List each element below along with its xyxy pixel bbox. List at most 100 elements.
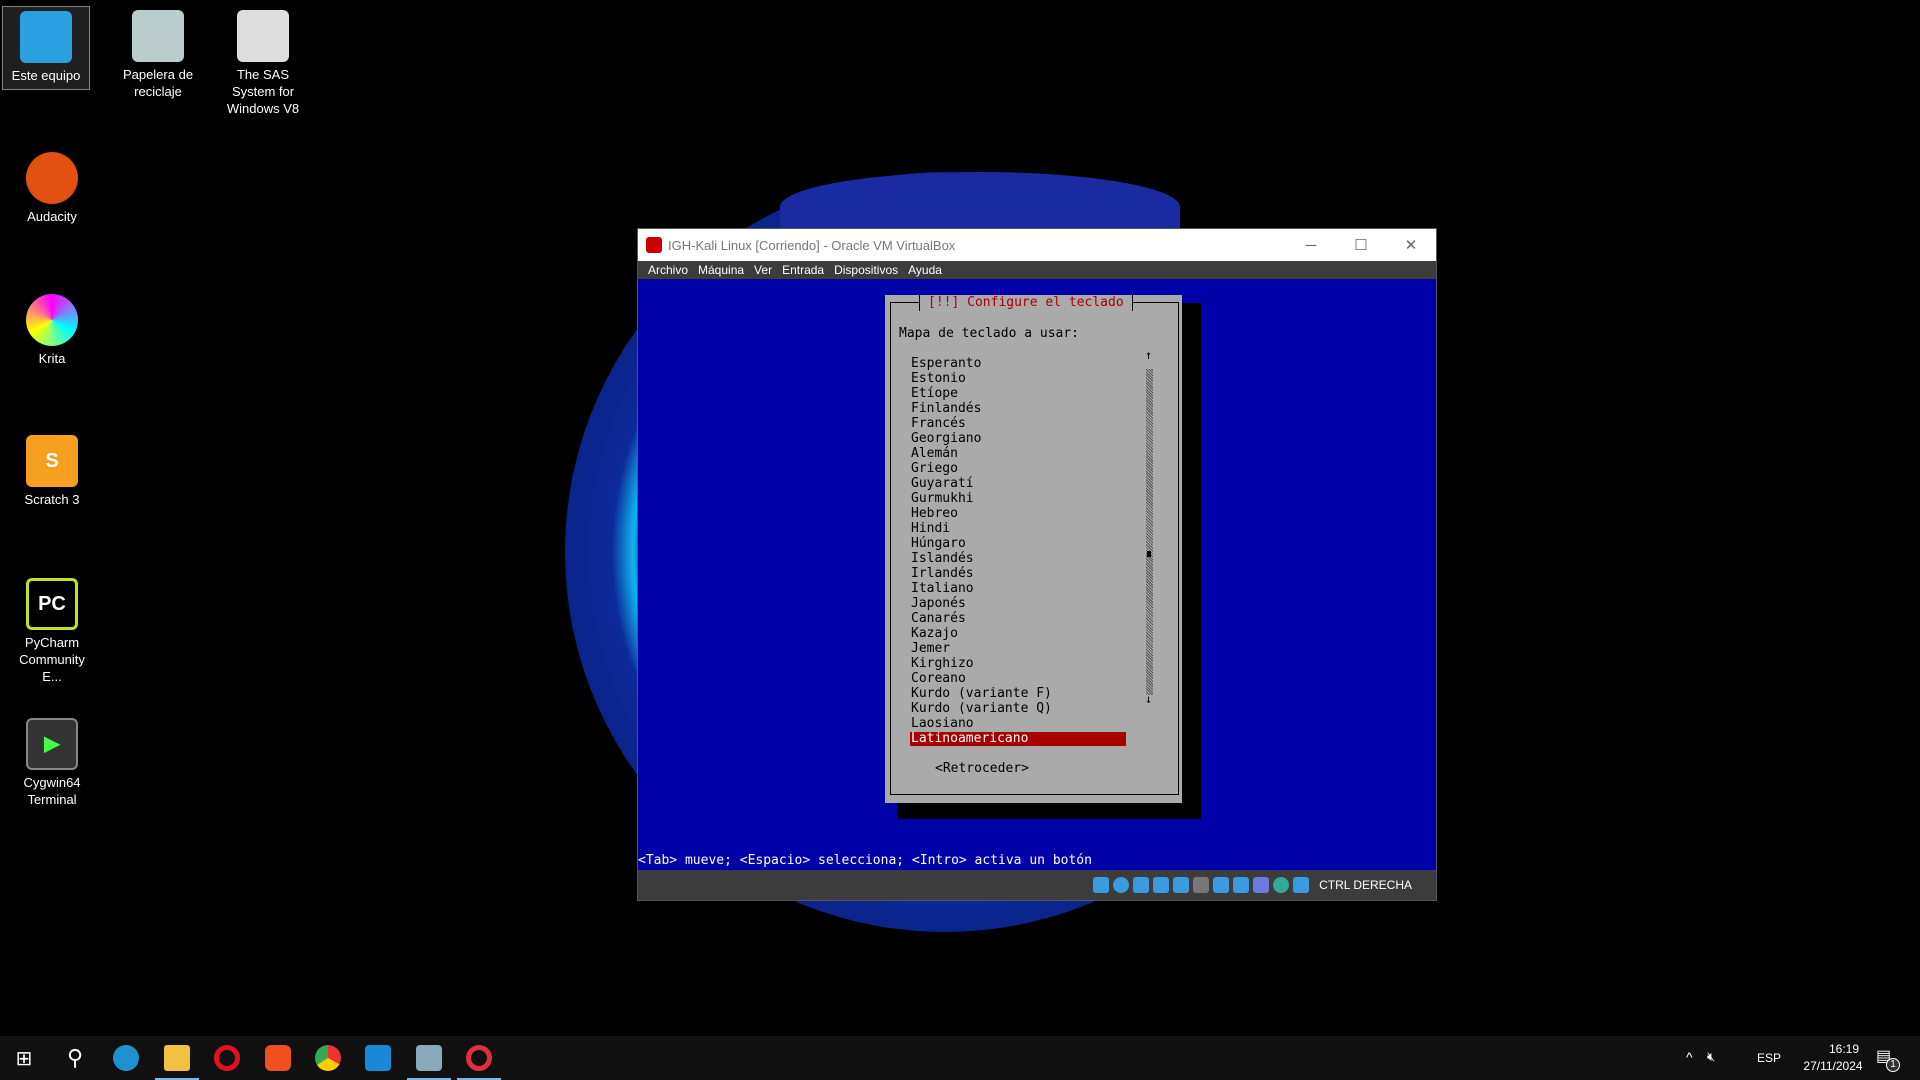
brave-icon [265,1045,291,1071]
keymap-option[interactable]: Irlandés [910,567,1126,581]
host-key-label: CTRL DERECHA [1319,878,1412,892]
keymap-option[interactable]: Esperanto [910,357,1126,371]
keymap-option[interactable]: Alemán [910,447,1126,461]
network-icon[interactable] [1153,877,1170,893]
taskbar-vscode[interactable] [354,1036,402,1080]
sas-icon [237,10,289,62]
keymap-option[interactable]: Kurdo (variante Q) [910,702,1126,716]
keymap-option[interactable]: Latinoamericano [910,732,1126,746]
search-icon: ⚲ [66,1045,84,1070]
keymap-option[interactable]: Francés [910,417,1126,431]
scroll-up-arrow-icon[interactable]: ↑ [1145,349,1152,361]
start-button[interactable]: ⊞ [0,1036,48,1080]
keymap-option[interactable]: Coreano [910,672,1126,686]
scrollbar-thumb[interactable] [1147,551,1151,557]
taskbar-chrome[interactable] [304,1036,352,1080]
keymap-option[interactable]: Kazajo [910,627,1126,641]
folder-icon [164,1045,190,1071]
keymap-option[interactable]: Georgiano [910,432,1126,446]
keymap-option[interactable]: Italiano [910,582,1126,596]
keymap-option[interactable]: Jemer [910,642,1126,656]
icon-label: Audacity [27,209,77,224]
icon-label: Este equipo [11,68,81,83]
menu-dispositivos[interactable]: Dispositivos [834,263,898,277]
show-hidden-icons-chevron-icon[interactable]: ^ [1686,1049,1693,1065]
keymap-option[interactable]: Kurdo (variante F) [910,687,1126,701]
shared-folders-icon[interactable] [1193,877,1210,893]
menu-entrada[interactable]: Entrada [782,263,824,277]
scroll-down-arrow-icon[interactable]: ↓ [1145,693,1152,705]
video-capture-icon[interactable] [1233,877,1250,893]
taskbar: ⊞ ⚲ ^ 🔇︎ ESP 16:19 27/11/2024 ▤ 1 [0,1036,1920,1080]
menu-ver[interactable]: Ver [754,263,772,277]
cpu-icon[interactable] [1253,877,1270,893]
desktop-icon-krita[interactable]: Krita [8,294,96,367]
menu-bar: Archivo Máquina Ver Entrada Dispositivos… [638,261,1436,279]
search-button[interactable]: ⚲ [51,1036,99,1080]
desktop-icon-scratch[interactable]: S Scratch 3 [8,435,96,508]
keymap-option[interactable]: Etíope [910,387,1126,401]
scrollbar[interactable] [1146,369,1153,695]
menu-ayuda[interactable]: Ayuda [908,263,942,277]
keymap-option[interactable]: Japonés [910,597,1126,611]
taskbar-opera[interactable] [203,1036,251,1080]
desktop-icon-sas[interactable]: The SAS System for Windows V8 [219,10,307,117]
minimize-button[interactable]: ─ [1286,237,1336,254]
volume-muted-icon[interactable]: 🔇︎ [1707,1049,1715,1065]
keyboard-capture-icon[interactable] [1293,877,1310,893]
keymap-option[interactable]: Gurmukhi [910,492,1126,506]
desktop-icon-audacity[interactable]: Audacity [8,152,96,225]
keyboard-dialog: [!!] Configure el teclado Mapa de teclad… [885,295,1182,803]
optical-drive-icon[interactable] [1113,877,1130,893]
keymap-option[interactable]: Estonio [910,372,1126,386]
icon-label: Papelera de reciclaje [122,67,194,99]
vm-screen[interactable]: [!!] Configure el teclado Mapa de teclad… [638,279,1436,871]
icon-label: Krita [38,351,66,366]
icon-label: Scratch 3 [24,492,80,507]
title-bar[interactable]: IGH-Kali Linux [Corriendo] - Oracle VM V… [638,229,1436,261]
windows-icon: ⊞ [15,1047,33,1070]
clock-date[interactable]: 27/11/2024 [1790,1059,1876,1073]
menu-maquina[interactable]: Máquina [698,263,744,277]
desktop-icon-este-equipo[interactable]: Este equipo [2,6,90,90]
keymap-option[interactable]: Hebreo [910,507,1126,521]
icon-label: PyCharm Community E... [19,635,85,684]
language-indicator[interactable]: ESP [1757,1051,1781,1065]
cygwin-icon: ▶ [26,718,78,770]
taskbar-file-explorer[interactable] [153,1036,201,1080]
keymap-option[interactable]: Islandés [910,552,1126,566]
display-icon[interactable] [1213,877,1230,893]
kali-vm-icon [466,1045,492,1071]
keymap-option[interactable]: Laosiano [910,717,1126,731]
keymap-option[interactable]: Griego [910,462,1126,476]
keymap-option[interactable]: Guyaratí [910,477,1126,491]
desktop-icon-pycharm[interactable]: PC PyCharm Community E... [8,578,96,685]
usb-icon[interactable] [1173,877,1190,893]
audio-icon[interactable] [1133,877,1150,893]
keymap-option[interactable]: Kirghizo [910,657,1126,671]
computer-icon [20,11,72,63]
keymap-option[interactable]: Húngaro [910,537,1126,551]
clock-time[interactable]: 16:19 [1812,1042,1876,1056]
virtualbox-window: IGH-Kali Linux [Corriendo] - Oracle VM V… [637,228,1437,901]
menu-archivo[interactable]: Archivo [648,263,688,277]
close-button[interactable]: ✕ [1386,236,1436,254]
back-button[interactable]: <Retroceder> [935,761,1029,776]
vscode-icon [365,1045,391,1071]
scratch-icon: S [26,435,78,487]
taskbar-virtualbox[interactable] [405,1036,453,1080]
mouse-integration-icon[interactable] [1273,877,1290,893]
keymap-option[interactable]: Canarés [910,612,1126,626]
desktop-icon-papelera[interactable]: Papelera de reciclaje [114,10,202,100]
keymap-option[interactable]: Hindi [910,522,1126,536]
maximize-button[interactable]: ☐ [1336,236,1386,254]
taskbar-kali-vm[interactable] [455,1036,503,1080]
icon-label: The SAS System for Windows V8 [226,67,300,116]
taskbar-edge[interactable] [102,1036,150,1080]
help-footer: <Tab> mueve; <Espacio> selecciona; <Intr… [638,853,1436,869]
desktop-icon-cygwin[interactable]: ▶ Cygwin64 Terminal [8,718,96,808]
hard-disk-icon[interactable] [1093,877,1110,893]
keymap-option[interactable]: Finlandés [910,402,1126,416]
taskbar-brave[interactable] [254,1036,302,1080]
kali-icon [646,237,662,253]
